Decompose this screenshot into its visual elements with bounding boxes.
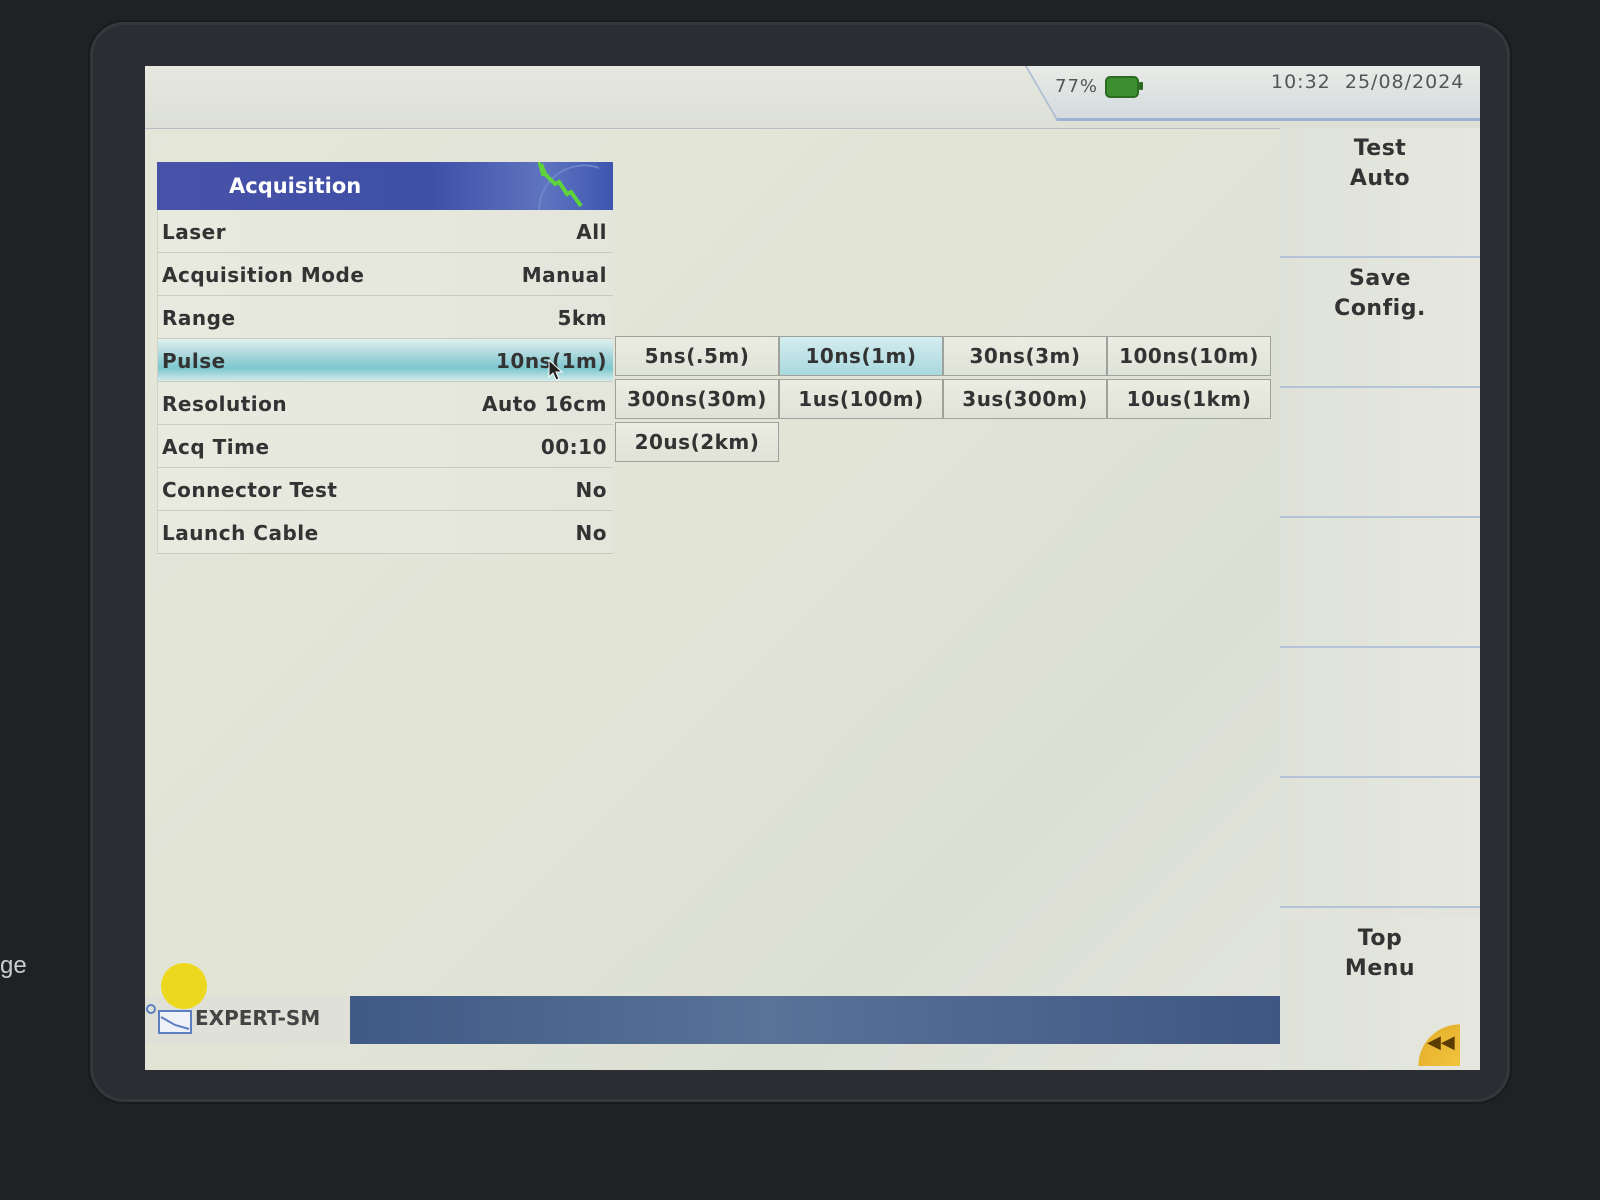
mode-label: EXPERT-SM xyxy=(195,1006,321,1030)
row-label: Acquisition Mode xyxy=(162,263,365,287)
save-config-button[interactable]: Save Config. xyxy=(1280,258,1480,388)
pulse-option[interactable]: 10ns(1m) xyxy=(779,336,943,376)
softkey-empty-4[interactable] xyxy=(1280,518,1480,648)
row-label: Range xyxy=(162,306,236,330)
background-edge-text: ge xyxy=(0,952,27,979)
row-label: Launch Cable xyxy=(162,521,319,545)
rewind-icon: ◀◀ xyxy=(1427,1032,1455,1053)
trace-graph-icon xyxy=(537,162,599,210)
row-value: 00:10 xyxy=(540,435,607,459)
panel-header: Acquisition xyxy=(157,162,613,210)
acquisition-row[interactable]: Range 5km xyxy=(157,296,613,339)
softkey-empty-5[interactable] xyxy=(1280,648,1480,778)
softkey-empty-6[interactable] xyxy=(1280,778,1480,908)
pulse-option[interactable]: 3us(300m) xyxy=(943,379,1107,419)
acquisition-row[interactable]: Launch Cable No xyxy=(157,511,613,554)
device-screen: 77% 10:32 25/08/2024 Acquisition Laser Al… xyxy=(145,66,1480,1070)
pulse-option[interactable]: 100ns(10m) xyxy=(1107,336,1271,376)
row-label: Acq Time xyxy=(162,435,270,459)
date: 25/08/2024 xyxy=(1344,71,1465,93)
mouse-cursor-icon xyxy=(548,359,564,381)
acquisition-panel: Acquisition Laser All Acquisition Mode Manu… xyxy=(157,162,613,554)
row-label: Connector Test xyxy=(162,478,338,502)
row-label: Pulse xyxy=(162,349,226,373)
acquisition-row[interactable]: Resolution Auto 16cm xyxy=(157,382,613,425)
row-value: All xyxy=(576,220,607,244)
pulse-option[interactable]: 300ns(30m) xyxy=(615,379,779,419)
save-config-line-1: Save xyxy=(1349,266,1411,291)
row-value: No xyxy=(575,478,607,502)
row-label: Resolution xyxy=(162,392,288,416)
status-bar: 77% 10:32 25/08/2024 xyxy=(145,66,1480,129)
acquisition-row[interactable]: Acquisition Mode Manual xyxy=(157,253,613,296)
row-value: No xyxy=(575,521,607,545)
top-menu-line-1: Top xyxy=(1357,926,1403,951)
time: 10:32 xyxy=(1271,71,1331,93)
test-auto-line-1: Test xyxy=(1353,136,1407,161)
acquisition-row[interactable]: Connector Test No xyxy=(157,468,613,511)
battery-percentage: 77% xyxy=(1055,76,1099,97)
row-value: Auto 16cm xyxy=(481,392,607,416)
clock: 10:32 25/08/2024 xyxy=(1271,71,1464,93)
test-auto-line-2: Auto xyxy=(1349,166,1411,191)
test-auto-button[interactable]: Test Auto xyxy=(1280,128,1480,258)
acquisition-row[interactable]: Acq Time 00:10 xyxy=(157,425,613,468)
row-value: 5km xyxy=(557,306,607,330)
acquisition-row[interactable]: Pulse 10ns(1m) xyxy=(157,339,613,382)
softkey-empty-3[interactable] xyxy=(1280,388,1480,518)
row-value: Manual xyxy=(521,263,607,287)
touch-indicator-dot xyxy=(161,963,207,1009)
battery-icon xyxy=(1105,76,1143,98)
pulse-option[interactable]: 20us(2km) xyxy=(615,422,779,462)
top-menu-line-2: Menu xyxy=(1344,956,1416,981)
pulse-option[interactable]: 5ns(.5m) xyxy=(615,336,779,376)
row-label: Laser xyxy=(162,220,227,244)
panel-title: Acquisition xyxy=(229,174,362,198)
acquisition-row[interactable]: Laser All xyxy=(157,210,613,253)
pulse-option[interactable]: 10us(1km) xyxy=(1107,379,1271,419)
pulse-option[interactable]: 30ns(3m) xyxy=(943,336,1107,376)
bottom-status-bar xyxy=(350,996,1280,1044)
save-config-line-2: Config. xyxy=(1334,296,1426,321)
pulse-option[interactable]: 1us(100m) xyxy=(779,379,943,419)
softkey-column: Test Auto Save Config. Top Menu xyxy=(1280,128,1480,1070)
